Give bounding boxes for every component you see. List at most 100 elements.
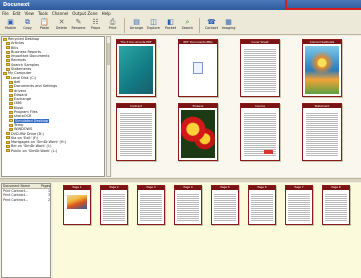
toolbar-button[interactable]: ▣ Mobile [2, 17, 19, 34]
highlight-outline [285, 0, 361, 10]
page-preview [138, 190, 164, 224]
menu-item[interactable]: Channel [52, 10, 68, 17]
document-thumbnail[interactable]: Colored Sailboats [302, 39, 342, 97]
toolbar-button[interactable]: ☷ Props [87, 17, 104, 34]
document-list-row[interactable]: Print Contract... 2 [2, 198, 50, 202]
page-thumbnail[interactable]: Page 8 [322, 185, 350, 225]
toolbar-button[interactable]: ◧ Pocket [162, 17, 179, 34]
menu-item[interactable]: File [2, 10, 9, 17]
page-thumbnail[interactable]: Page 3 [137, 185, 165, 225]
page-thumbnail[interactable]: Page 6 [248, 185, 276, 225]
toolbar-button[interactable]: ⌕ Search [179, 17, 196, 34]
preview-text-lines [306, 112, 338, 156]
page-thumbnail[interactable]: Page 2 [100, 185, 128, 225]
folder-icon [6, 41, 10, 45]
folder-icon [6, 50, 10, 54]
document-thumbnail[interactable]: The X Documents.PDF [116, 39, 156, 97]
preview-image [181, 110, 215, 158]
document-thumbnail[interactable]: Invoice [240, 103, 280, 161]
toolbar-button[interactable]: ⧉ Copy [19, 17, 36, 34]
document-preview [117, 108, 155, 160]
imaging-icon: ▦ [225, 18, 232, 26]
search-icon: ⌕ [185, 18, 190, 26]
document-list: Document Name Pages Print Contract... 1 Pr… [1, 183, 51, 278]
folder-icon [6, 63, 10, 67]
page-thumbnail[interactable]: Page 7 [285, 185, 313, 225]
page-preview [175, 190, 201, 224]
toolbar-button[interactable]: ▤ Arrange [128, 17, 145, 34]
menu-bar: File Edit View Tools Channel Output Zone Help [0, 10, 361, 17]
stamp-mark [264, 150, 273, 154]
document-preview [179, 108, 217, 160]
preview-text-lines [177, 192, 199, 221]
toolbar-button[interactable]: ▦ Imaging [220, 17, 237, 34]
document-preview [303, 108, 341, 160]
paste-icon: 📋 [40, 18, 49, 26]
preview-image [119, 46, 153, 94]
window-title: Docunext [3, 2, 30, 8]
menu-item[interactable]: Tools [38, 10, 48, 17]
tree-scrollbar[interactable] [106, 36, 111, 177]
page-thumbnail[interactable]: Page 4 [174, 185, 202, 225]
toolbar-button-label: Mobile [4, 26, 17, 30]
document-thumbnail[interactable]: Cover Sheet [240, 39, 280, 97]
toolbar-separator [199, 18, 200, 33]
folder-icon [6, 140, 10, 144]
document-thumbnail[interactable]: Contract [116, 103, 156, 161]
toolbar-button[interactable]: ⎙ Print [104, 17, 121, 34]
folder-tree[interactable]: Recycled Desktop Articles Bills Business Re… [1, 36, 105, 177]
toolbar-button-label: Arrange [129, 26, 144, 30]
toolbar-button-label: Print [108, 26, 117, 30]
pane-splitter[interactable] [0, 178, 361, 182]
folder-icon [9, 89, 13, 93]
scrollbar-thumb[interactable] [107, 43, 110, 65]
toolbar-button-label: Search [181, 26, 194, 30]
document-preview [179, 44, 217, 96]
toolbar-button[interactable]: ✕ Delete [53, 17, 70, 34]
folder-icon [9, 119, 13, 123]
toolbar-button[interactable]: ◫ Explore [145, 17, 162, 34]
page-preview [212, 190, 238, 224]
tree-item[interactable]: Public on 'SimDr.Work' (L:) [2, 149, 104, 153]
page-thumbnail[interactable]: Page 1 [63, 185, 91, 225]
document-thumbnail[interactable]: Flowers [178, 103, 218, 161]
document-thumbnail[interactable]: Statement [302, 103, 342, 161]
menu-item[interactable]: Output Zone [72, 10, 97, 17]
toolbar-button-label: Rename [71, 26, 86, 30]
folder-icon [9, 123, 13, 127]
pocket-icon: ◧ [167, 18, 174, 26]
document-preview [303, 44, 341, 96]
document-preview [241, 108, 279, 160]
folder-icon [9, 102, 13, 106]
folder-icon [9, 106, 13, 110]
page-preview [286, 190, 312, 224]
folder-icon [9, 114, 13, 118]
toolbar: ▣ Mobile ⧉ Copy 📋 Paste ✕ Delete ✎ Rename ☷ Props ⎙ P… [0, 17, 361, 35]
contact-icon: ☎ [207, 18, 216, 26]
delete-icon: ✕ [58, 18, 65, 26]
toolbar-button[interactable]: ☎ Contact [203, 17, 220, 34]
menu-item[interactable]: Edit [13, 10, 21, 17]
menu-item[interactable]: View [24, 10, 34, 17]
folder-icon [6, 136, 10, 140]
page-thumbnail[interactable]: Page 5 [211, 185, 239, 225]
monitor-icon: ▣ [7, 18, 14, 26]
application-window: Docunext File Edit View Tools Channel Output … [0, 0, 361, 278]
toolbar-button[interactable]: ✎ Rename [70, 17, 87, 34]
blank-document-icon [193, 62, 203, 74]
document-name: Print Contract... [3, 197, 29, 202]
column-header-pages[interactable]: Pages [40, 184, 50, 188]
document-thumbnail-grid: The X Documents.PDF PDF Documents.PNG Cove… [112, 36, 361, 177]
column-header-name[interactable]: Document Name [2, 184, 40, 188]
document-thumbnail[interactable]: PDF Documents.PNG [178, 39, 218, 97]
toolbar-button[interactable]: 📋 Paste [36, 17, 53, 34]
page-thumbnail-strip: Page 1 Page 2 Page 3 Page 4 Page 5 Page 6 Page… [53, 183, 361, 278]
folder-icon [9, 93, 13, 97]
toolbar-button-label: Imaging [221, 26, 236, 30]
document-page-count: 2 [47, 197, 50, 202]
folder-icon [6, 67, 10, 71]
folder-icon [3, 72, 7, 76]
toolbar-separator [124, 18, 125, 33]
explore-icon: ◫ [150, 18, 157, 26]
menu-item[interactable]: Help [102, 10, 111, 17]
